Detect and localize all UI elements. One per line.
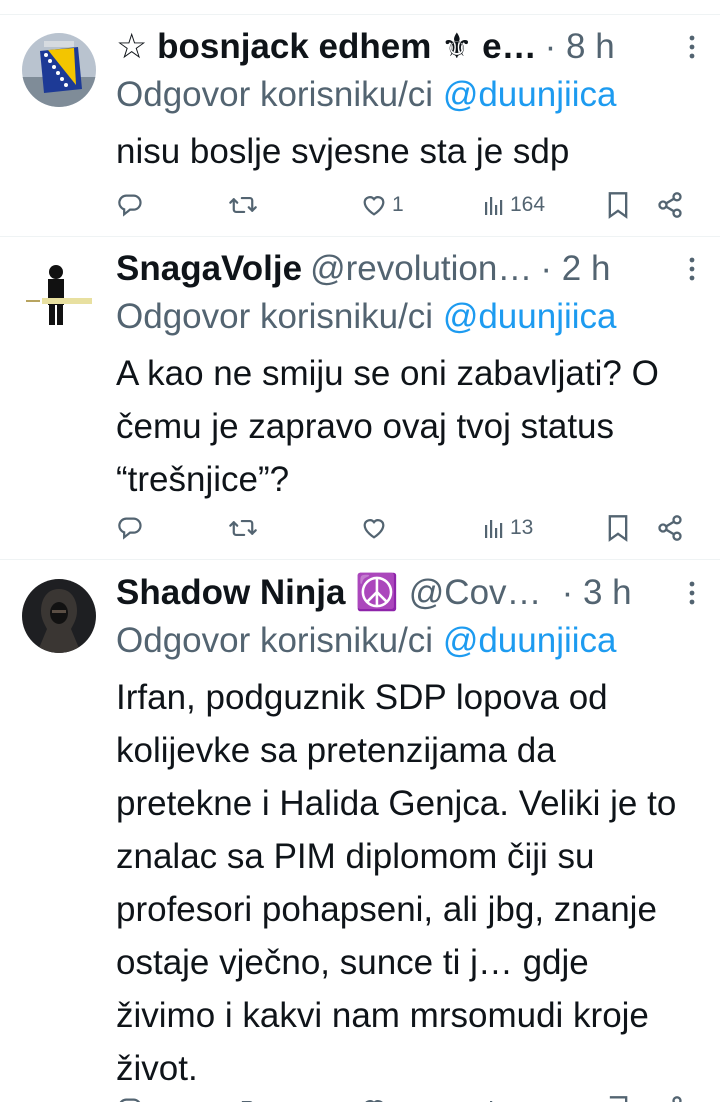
- share-icon: [656, 1095, 684, 1102]
- views-icon: [482, 1097, 506, 1102]
- share-button[interactable]: [656, 185, 684, 225]
- share-icon: [656, 514, 684, 542]
- reply-mention-link[interactable]: @duunjiica: [443, 75, 617, 114]
- silhouette-avatar-image: [22, 258, 96, 332]
- retweet-icon: [228, 1095, 258, 1102]
- views-button[interactable]: 13: [482, 508, 533, 548]
- views-button[interactable]: 164: [482, 185, 545, 225]
- views-button[interactable]: [482, 1089, 506, 1102]
- retweet-button[interactable]: [228, 1089, 258, 1102]
- tweet-text: Irfan, podguznik SDP lopova od kolijevke…: [116, 678, 677, 1088]
- action-bar: 1 164: [116, 185, 696, 225]
- more-icon[interactable]: [674, 256, 696, 282]
- reply-icon: [116, 1095, 144, 1102]
- reply-context: Odgovor korisniku/ci @duunjiica: [116, 293, 696, 341]
- bosnian-flag-avatar-image: [22, 33, 96, 107]
- reply-button[interactable]: [116, 185, 148, 225]
- avatar[interactable]: [22, 33, 96, 107]
- display-name[interactable]: SnagaVolje: [116, 245, 302, 293]
- tweet-1[interactable]: ☆ bosnjack edhem ⚜ e… · 8 h Odgovor kori…: [0, 15, 720, 237]
- retweet-icon: [228, 514, 258, 542]
- share-button[interactable]: [656, 508, 684, 548]
- display-name[interactable]: Shadow Ninja ☮️: [116, 569, 399, 617]
- like-icon: [360, 514, 388, 542]
- more-icon[interactable]: [674, 580, 696, 606]
- hooded-figure-avatar-image: [22, 579, 96, 653]
- tweet-text: nisu boslje svjesne sta je sdp: [116, 132, 570, 171]
- action-bar: 13: [116, 508, 696, 548]
- bookmark-button[interactable]: [606, 508, 630, 548]
- like-count: 1: [392, 193, 404, 216]
- avatar[interactable]: [22, 579, 96, 653]
- display-name[interactable]: ☆ bosnjack edhem ⚜ e…: [116, 23, 537, 71]
- timestamp[interactable]: · 3 h: [562, 569, 632, 617]
- like-icon: [360, 1095, 388, 1102]
- tweet-2[interactable]: SnagaVolje @revolution… · 2 h Odgovor ko…: [0, 238, 720, 560]
- timestamp[interactable]: · 2 h: [540, 245, 610, 293]
- bookmark-button[interactable]: [606, 185, 630, 225]
- reply-icon: [116, 514, 144, 542]
- user-handle[interactable]: @Cov…: [409, 569, 542, 617]
- reply-context: Odgovor korisniku/ci @duunjiica: [116, 617, 696, 665]
- share-icon: [656, 191, 684, 219]
- reply-mention-link[interactable]: @duunjiica: [443, 621, 617, 660]
- retweet-icon: [228, 191, 258, 219]
- like-button[interactable]: [360, 1089, 388, 1102]
- tweet-text: A kao ne smiju se oni zabavljati? O čemu…: [116, 354, 659, 499]
- reply-context: Odgovor korisniku/ci @duunjiica: [116, 71, 696, 119]
- reply-icon: [116, 191, 144, 219]
- reply-label: Odgovor korisniku/ci: [116, 621, 434, 660]
- timestamp[interactable]: · 8 h: [545, 23, 615, 71]
- reply-label: Odgovor korisniku/ci: [116, 297, 434, 336]
- tweet-3[interactable]: Shadow Ninja ☮️ @Cov… · 3 h Odgovor kori…: [0, 561, 720, 1102]
- avatar[interactable]: [22, 258, 96, 332]
- action-bar: [116, 1089, 696, 1102]
- retweet-button[interactable]: [228, 185, 262, 225]
- view-count: 164: [510, 193, 546, 216]
- bookmark-icon: [606, 514, 630, 542]
- like-icon: [360, 191, 388, 219]
- like-button[interactable]: 1: [360, 185, 404, 225]
- bookmark-button[interactable]: [606, 1089, 630, 1102]
- views-icon: [482, 516, 506, 540]
- reply-mention-link[interactable]: @duunjiica: [443, 297, 617, 336]
- more-icon[interactable]: [674, 34, 696, 60]
- retweet-button[interactable]: [228, 508, 262, 548]
- reply-button[interactable]: [116, 508, 148, 548]
- view-count: 13: [510, 516, 534, 539]
- user-handle[interactable]: @revolution…: [310, 245, 532, 293]
- reply-button[interactable]: [116, 1089, 144, 1102]
- bookmark-icon: [606, 1095, 630, 1102]
- like-button[interactable]: [360, 508, 392, 548]
- share-button[interactable]: [656, 1089, 684, 1102]
- bookmark-icon: [606, 191, 630, 219]
- views-icon: [482, 193, 506, 217]
- reply-label: Odgovor korisniku/ci: [116, 75, 434, 114]
